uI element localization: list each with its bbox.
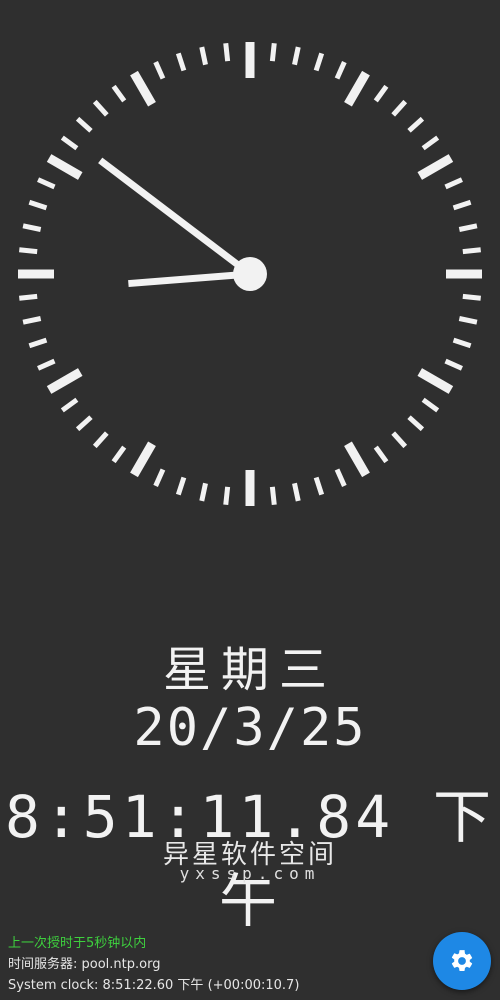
hour-tick: [130, 441, 156, 478]
hour-tick: [46, 368, 83, 394]
minute-tick: [444, 358, 463, 371]
minute-tick: [452, 199, 472, 211]
minute-tick: [334, 61, 347, 80]
minute-tick: [175, 476, 187, 496]
clock-hands: [98, 157, 267, 291]
time-server-info: 时间服务器: pool.ntp.org: [8, 957, 161, 972]
minute-tick: [458, 316, 478, 325]
hour-hand: [128, 270, 251, 288]
minute-tick: [223, 486, 231, 505]
minute-tick: [28, 199, 48, 211]
hour-tick: [417, 368, 454, 394]
minute-tick: [37, 177, 56, 190]
minute-tick: [199, 482, 208, 502]
hour-tick: [46, 154, 83, 180]
minute-tick: [92, 431, 109, 449]
minute-tick: [22, 223, 42, 232]
minute-tick: [334, 468, 347, 487]
minute-tick: [421, 135, 440, 151]
minute-tick: [269, 43, 277, 62]
minute-tick: [391, 99, 408, 117]
hour-tick: [344, 441, 370, 478]
minute-tick: [458, 223, 478, 232]
minute-tick: [111, 84, 127, 103]
hour-tick: [344, 70, 370, 107]
minute-tick: [421, 397, 440, 413]
minute-tick: [19, 293, 38, 301]
minute-tick: [373, 84, 389, 103]
minute-tick: [153, 61, 166, 80]
hour-tick: [130, 70, 156, 107]
minute-tick: [373, 445, 389, 464]
minute-tick: [223, 43, 231, 62]
minute-tick: [407, 116, 425, 133]
minute-tick: [462, 293, 481, 301]
minute-tick: [28, 337, 48, 349]
minute-tick: [153, 468, 166, 487]
minute-tick: [292, 482, 301, 502]
analog-clock: [18, 42, 482, 506]
minute-tick: [37, 358, 56, 371]
minute-tick: [313, 52, 325, 72]
hour-tick: [417, 154, 454, 180]
minute-tick: [111, 445, 127, 464]
minute-tick: [199, 46, 208, 66]
clock-center-cap: [233, 257, 267, 291]
sync-status: 上一次授时于5秒钟以内: [8, 936, 147, 951]
system-clock-info: System clock: 8:51:22.60 下午 (+00:00:10.7…: [8, 978, 300, 993]
weekday-label: 星期三: [162, 642, 337, 698]
minute-tick: [292, 46, 301, 66]
watermark-url: yxssp.com: [179, 864, 321, 883]
minute-hand: [98, 157, 253, 277]
minute-tick: [92, 99, 109, 117]
minute-tick: [75, 415, 93, 432]
minute-tick: [407, 415, 425, 432]
gear-icon: [451, 950, 473, 971]
minute-tick: [175, 52, 187, 72]
minute-tick: [75, 116, 93, 133]
minute-tick: [60, 135, 79, 151]
settings-button[interactable]: [433, 932, 491, 990]
date-display: 20/3/25: [133, 698, 367, 758]
minute-tick: [313, 476, 325, 496]
minute-tick: [462, 247, 481, 255]
minute-tick: [452, 337, 472, 349]
minute-tick: [444, 177, 463, 190]
minute-tick: [22, 316, 42, 325]
minute-tick: [19, 247, 38, 255]
minute-tick: [60, 397, 79, 413]
minute-tick: [269, 486, 277, 505]
minute-tick: [391, 431, 408, 449]
